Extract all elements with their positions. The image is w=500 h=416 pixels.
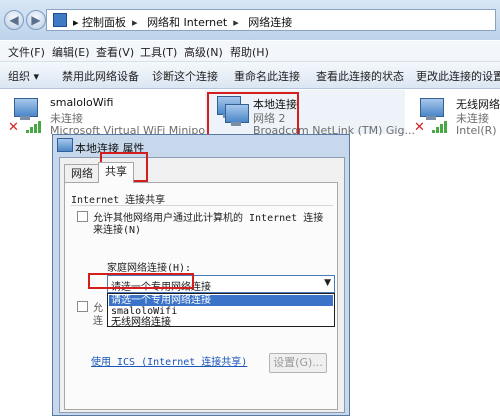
adapter-smalolowifi[interactable]: ✕ smaloloWifi 未连接 Microsoft Virtual WiFi… [0, 90, 214, 137]
menu-file[interactable]: 文件(F) [8, 44, 45, 60]
home-network-label: 家庭网络连接(H): [107, 263, 192, 274]
forward-icon[interactable]: ▶ [26, 10, 46, 30]
change-settings-button[interactable]: 更改此连接的设置 [416, 68, 500, 84]
control-panel-icon [53, 13, 67, 27]
option-private-network[interactable]: 请选一个专用网络连接 [109, 295, 333, 306]
ics-help-link[interactable]: 使用 ICS (Internet 连接共享) [91, 353, 247, 368]
menu-edit[interactable]: 编辑(E) [52, 44, 90, 60]
breadcrumb-arrow: ▸ [73, 16, 79, 29]
view-status-button[interactable]: 查看此连接的状态 [316, 68, 404, 84]
highlight-box [88, 273, 194, 289]
tab-network[interactable]: 网络 [64, 164, 100, 182]
option-wireless-network[interactable]: 无线网络连接 [109, 317, 333, 328]
command-bar: 组织 ▾ 禁用此网络设备 诊断这个连接 重命名此连接 查看此连接的状态 更改此连… [0, 62, 500, 89]
breadcrumb-network-connections[interactable]: 网络连接 [248, 16, 292, 29]
breadcrumb-control-panel[interactable]: 控制面板 [82, 16, 126, 29]
breadcrumb: ▸ 控制面板 ▸ 网络和 Internet ▸ 网络连接 [73, 16, 293, 29]
rename-button[interactable]: 重命名此连接 [234, 68, 300, 84]
disconnected-x-icon: ✕ [414, 120, 425, 135]
menu-bar: 文件(F) 编辑(E) 查看(V) 工具(T) 高级(N) 帮助(H) [0, 41, 500, 62]
divider [71, 205, 333, 206]
allow-control-label-2: 连 [93, 316, 103, 327]
chevron-down-icon: ▼ [324, 278, 331, 288]
organize-button[interactable]: 组织 ▾ [8, 68, 39, 84]
menu-tools[interactable]: 工具(T) [140, 44, 177, 60]
tab-sharing[interactable]: 共享 [98, 162, 134, 183]
adapter-wireless[interactable]: ✕ 无线网络连 未连接 Intel(R) W [412, 90, 500, 137]
back-icon[interactable]: ◀ [4, 10, 24, 30]
adapter-device: Intel(R) W [456, 124, 500, 137]
section-title: Internet 连接共享 [71, 195, 166, 206]
diagnose-button[interactable]: 诊断这个连接 [152, 68, 218, 84]
dropdown-list: 请选一个专用网络连接 smaloloWifi 无线网络连接 [107, 293, 335, 328]
disconnected-x-icon: ✕ [8, 120, 19, 135]
menu-view[interactable]: 查看(V) [96, 44, 134, 60]
settings-button[interactable]: 设置(G)... [269, 353, 327, 373]
signal-bars-icon [26, 121, 42, 133]
option-smalolowifi[interactable]: smaloloWifi [109, 306, 333, 317]
disable-device-button[interactable]: 禁用此网络设备 [62, 68, 139, 84]
adapter-name: smaloloWifi [50, 96, 114, 109]
signal-bars-icon [432, 121, 448, 133]
address-bar[interactable]: ▸ 控制面板 ▸ 网络和 Internet ▸ 网络连接 [46, 9, 496, 31]
dialog-network-icon [57, 138, 73, 152]
breadcrumb-network-internet[interactable]: 网络和 Internet [147, 16, 227, 29]
menu-help[interactable]: 帮助(H) [230, 44, 269, 60]
allow-control-checkbox[interactable] [77, 301, 88, 312]
menu-advanced[interactable]: 高级(N) [184, 44, 223, 60]
address-bar-area: ◀ ▶ ▸ 控制面板 ▸ 网络和 Internet ▸ 网络连接 [0, 0, 500, 40]
allow-sharing-checkbox[interactable] [77, 211, 88, 222]
highlight-box [207, 92, 299, 138]
allow-sharing-label-2: 来连接(N) [93, 225, 142, 236]
sharing-tab-panel: Internet 连接共享 允许其他网络用户通过此计算机的 Internet 连… [64, 182, 338, 410]
